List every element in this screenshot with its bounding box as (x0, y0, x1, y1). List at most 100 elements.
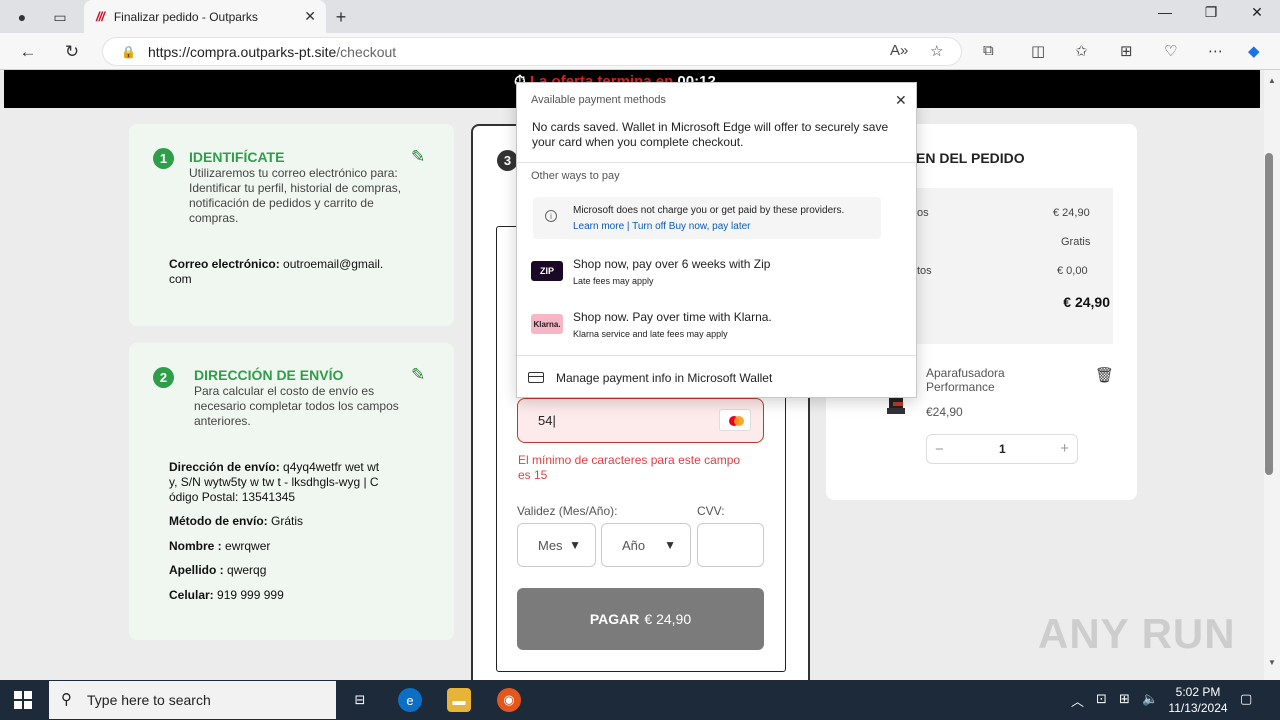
year-select[interactable]: Año ▼ (601, 523, 691, 567)
wallet-payment-popup: Available payment methods ✕ No cards sav… (516, 82, 917, 398)
more-options-icon[interactable]: ⋯ (1208, 42, 1223, 60)
wifi-icon[interactable]: ⊞ (1119, 691, 1130, 707)
scroll-down-icon[interactable]: ▼ (1264, 658, 1280, 667)
step-1-badge: 1 (153, 148, 174, 169)
tray-overflow-icon[interactable]: ︿ (1071, 691, 1084, 710)
edit-identify-icon[interactable]: ✎ (411, 147, 425, 167)
popup-divider (517, 162, 916, 163)
address-l3: ódigo Postal: 13541345 (169, 490, 296, 504)
card-number-input[interactable]: 54 | (517, 398, 764, 443)
url-field[interactable]: 🔒 https://compra.outparks-pt.site/checko… (102, 37, 962, 66)
surname-label: Apellido : (169, 563, 224, 577)
popup-divider (517, 355, 916, 356)
step-2-badge: 2 (153, 367, 174, 388)
outparks-favicon-icon: /// (96, 9, 105, 24)
year-select-value: Año (622, 537, 646, 553)
notifications-icon[interactable]: ▢ (1240, 691, 1252, 707)
taskbar-clock[interactable]: 5:02 PM 11/13/2024 (1158, 684, 1238, 716)
pay-amount: € 24,90 (644, 611, 692, 627)
taskbar-search[interactable]: ⚲ Type here to search (49, 681, 336, 719)
manage-wallet-link[interactable]: Manage payment info in Microsoft Wallet (556, 371, 772, 385)
provider-notice-text: Microsoft does not charge you or get pai… (573, 205, 845, 216)
favorites-icon[interactable]: ✩ (1075, 42, 1088, 60)
phone-line: Celular: 919 999 999 (169, 588, 284, 603)
split-screen-icon[interactable]: ◫ (1031, 42, 1045, 60)
address-l1: q4yq4wetfr wet wt (283, 460, 380, 474)
close-window-icon[interactable]: ✕ (1242, 4, 1272, 21)
collections-icon[interactable]: ⊞ (1120, 42, 1133, 60)
email-label: Correo electrónico: (169, 257, 280, 271)
validity-label: Validez (Mes/Año): (517, 504, 618, 518)
card-number-error: El mínimo de caracteres para este campo … (518, 453, 741, 482)
credit-card-icon (528, 372, 544, 383)
cvv-input[interactable] (697, 523, 764, 567)
network-icon[interactable]: ⊡ (1096, 691, 1107, 707)
tab-checkout[interactable]: /// Finalizar pedido - Outparks ✕ (84, 0, 326, 33)
order-summary-title: EN DEL PEDIDO (916, 150, 1025, 166)
read-aloud-icon[interactable]: A» (890, 42, 908, 59)
identify-description: Utilizaremos tu correo electrónico para:… (189, 166, 402, 225)
klarna-option[interactable]: Shop now. Pay over time with Klarna. (573, 310, 772, 324)
email-value-l1: outroemail@gmail. (283, 257, 384, 271)
shipping-method-label: Método de envío: (169, 514, 268, 528)
firefox-icon[interactable]: ◉ (497, 688, 521, 712)
back-icon[interactable]: ← (17, 41, 39, 63)
step-3-badge: 3 (497, 150, 518, 171)
taskbar-search-placeholder: Type here to search (87, 692, 211, 708)
month-select-value: Mes (538, 537, 563, 553)
subtotal-label: os (917, 207, 929, 219)
zip-option[interactable]: Shop now, pay over 6 weeks with Zip (573, 257, 770, 271)
address-label: Dirección de envío: (169, 460, 280, 474)
cvv-label: CVV: (697, 504, 725, 518)
favorite-star-icon[interactable]: ☆ (930, 42, 943, 60)
phone-label: Celular: (169, 588, 214, 602)
restore-icon[interactable]: ❐ (1196, 4, 1226, 21)
copilot-icon[interactable]: ◆ (1248, 42, 1260, 60)
surname-line: Apellido : qwerqg (169, 563, 266, 578)
edit-shipping-icon[interactable]: ✎ (411, 365, 425, 385)
quantity-stepper: − 1 + (926, 434, 1078, 464)
scroll-up-icon[interactable]: ▲ (1264, 76, 1280, 85)
chevron-down-icon: ▼ (664, 538, 676, 552)
product-price: €24,90 (926, 405, 963, 419)
refresh-icon[interactable]: ↻ (61, 41, 83, 63)
edge-icon[interactable]: e (398, 688, 422, 712)
quantity-value: 1 (999, 442, 1006, 456)
file-explorer-icon[interactable]: ▬ (447, 688, 471, 712)
surname-value: qwerqg (227, 563, 267, 577)
provider-notice-link[interactable]: Learn more | Turn off Buy now, pay later (573, 221, 751, 232)
lock-icon: 🔒 (121, 44, 136, 59)
clock-time: 5:02 PM (1175, 685, 1221, 699)
shipping-title: DIRECCIÓN DE ENVÍO (194, 367, 344, 383)
discount-value: € 0,00 (1057, 265, 1088, 277)
scroll-thumb[interactable] (1265, 153, 1273, 475)
trash-icon[interactable]: 🗑 (1095, 366, 1114, 384)
volume-icon[interactable]: 🔈 (1142, 691, 1158, 707)
name-value: ewrqwer (225, 539, 271, 553)
info-icon: i (545, 210, 557, 222)
shipping-value: Gratis (1061, 236, 1091, 248)
browser-essentials-icon[interactable]: ♡ (1164, 42, 1177, 60)
quantity-minus-button[interactable]: − (935, 441, 944, 458)
popup-header: Available payment methods (531, 94, 666, 106)
close-popup-icon[interactable]: ✕ (895, 92, 907, 109)
close-tab-icon[interactable]: ✕ (304, 8, 316, 25)
other-ways-label: Other ways to pay (531, 170, 620, 182)
windows-taskbar: ⚲ Type here to search ⊟ e ▬ ◉ ︿ ⊡ ⊞ 🔈 5:… (0, 680, 1280, 720)
shipping-method-value: Grátis (271, 514, 304, 528)
minimize-icon[interactable]: — (1150, 4, 1180, 20)
month-select[interactable]: Mes ▼ (517, 523, 596, 567)
new-tab-icon[interactable]: + (330, 6, 352, 28)
tab-actions-icon[interactable]: ▭ (49, 6, 71, 28)
quantity-plus-button[interactable]: + (1060, 440, 1069, 457)
card-number-value: 54 (538, 413, 553, 428)
extensions-icon[interactable]: ⧉ (983, 42, 994, 59)
url-domain: https://compra.outparks-pt.site (147, 43, 337, 60)
browser-tab-bar: ● ▭ /// Finalizar pedido - Outparks ✕ + … (0, 0, 1280, 33)
profile-icon[interactable]: ● (11, 6, 33, 28)
shipping-description: Para calcular el costo de envío es neces… (194, 384, 399, 428)
address-l2: y, S/N wytw5ty w tw t - lksdhgls-wyg | C (169, 475, 379, 489)
windows-start-icon[interactable] (14, 691, 32, 709)
task-view-icon[interactable]: ⊟ (348, 688, 372, 712)
pay-button[interactable]: PAGAR € 24,90 (517, 588, 764, 650)
